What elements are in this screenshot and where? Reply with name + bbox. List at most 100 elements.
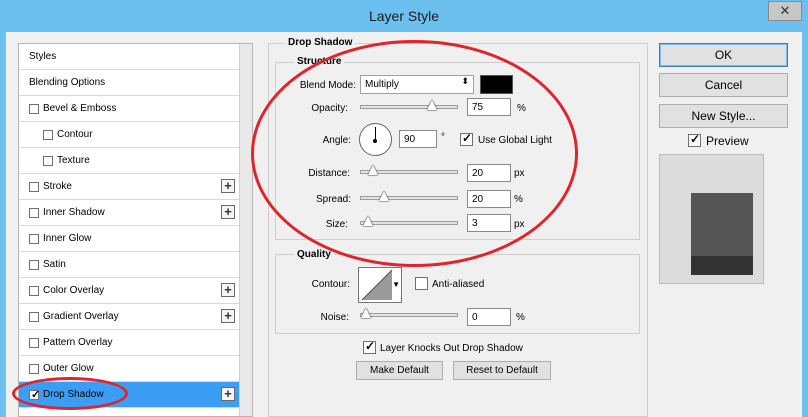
sidebar-item-styles[interactable]: Styles — [19, 44, 240, 70]
list-scrollbar[interactable] — [239, 44, 252, 416]
new-style-button[interactable]: New Style... — [659, 104, 788, 128]
close-button[interactable]: ✕ — [768, 1, 802, 21]
sidebar-item-drop-shadow[interactable]: ✓ Drop Shadow + — [19, 382, 240, 408]
structure-legend: Structure — [294, 56, 345, 67]
cancel-button[interactable]: Cancel — [659, 73, 788, 97]
sidebar-item-label: Satin — [43, 259, 66, 270]
use-global-light-checkbox[interactable]: ✓ — [460, 131, 473, 146]
spread-input[interactable]: 20 — [467, 190, 511, 208]
spread-slider[interactable] — [360, 191, 458, 201]
contour-picker[interactable]: ▼ — [358, 267, 402, 303]
contour-dropdown-icon[interactable]: ▼ — [392, 280, 400, 289]
sidebar-item-stroke[interactable]: Stroke + — [19, 174, 240, 200]
angle-label: Angle: — [322, 135, 351, 146]
sidebar-item-gradient-overlay[interactable]: Gradient Overlay + — [19, 304, 240, 330]
size-input[interactable]: 3 — [467, 214, 511, 232]
add-icon[interactable]: + — [221, 205, 235, 219]
preview-checkbox[interactable]: ✓ — [688, 132, 701, 147]
quality-legend: Quality — [294, 249, 334, 260]
noise-label: Noise: — [320, 312, 349, 323]
contour-label: Contour: — [311, 279, 350, 290]
size-slider-thumb[interactable] — [362, 216, 373, 226]
use-global-light-label: Use Global Light — [478, 135, 552, 146]
sidebar-item-label: Color Overlay — [43, 285, 105, 296]
angle-dial[interactable] — [359, 123, 392, 156]
blend-mode-select[interactable]: Multiply ⬍ — [360, 75, 474, 94]
sidebar-item-pattern-overlay[interactable]: Pattern Overlay — [19, 330, 240, 356]
sidebar-item-checkbox[interactable] — [29, 208, 39, 218]
add-icon[interactable]: + — [221, 283, 235, 297]
sidebar-item-checkbox[interactable] — [43, 130, 53, 140]
noise-unit: % — [516, 312, 525, 323]
check-icon: ✓ — [690, 132, 701, 146]
blend-mode-value: Multiply — [365, 79, 399, 90]
sidebar-item-checkbox[interactable] — [29, 338, 39, 348]
sidebar-item-label: Gradient Overlay — [43, 311, 119, 322]
layer-knocks-out-checkbox[interactable]: ✓ — [363, 339, 376, 354]
sidebar-item-checkbox[interactable]: ✓ — [29, 389, 41, 401]
contour-curve-icon — [361, 269, 393, 301]
add-icon[interactable]: + — [221, 179, 235, 193]
sidebar-item-checkbox[interactable] — [29, 364, 39, 374]
distance-input[interactable]: 20 — [467, 164, 511, 182]
window-title: Layer Style — [368, 8, 440, 24]
check-icon: ✓ — [31, 389, 41, 401]
noise-slider[interactable] — [360, 308, 458, 318]
distance-slider-thumb[interactable] — [368, 165, 379, 175]
shadow-color-swatch[interactable] — [480, 75, 513, 94]
sidebar-item-label: Inner Glow — [43, 233, 92, 244]
sidebar-item-checkbox[interactable] — [29, 260, 39, 270]
reset-to-default-button[interactable]: Reset to Default — [453, 361, 551, 380]
window-frame: Styles Blending Options Bevel & Emboss Cont… — [0, 32, 808, 417]
size-slider[interactable] — [360, 216, 458, 226]
distance-unit: px — [514, 168, 525, 179]
sidebar-item-inner-glow[interactable]: Inner Glow — [19, 226, 240, 252]
preview-swatch — [691, 193, 753, 275]
sidebar-item-blending-options[interactable]: Blending Options — [19, 70, 240, 96]
check-icon: ✓ — [365, 339, 376, 353]
opacity-slider[interactable] — [360, 100, 458, 110]
styles-list: Styles Blending Options Bevel & Emboss Cont… — [18, 43, 253, 417]
sidebar-item-color-overlay[interactable]: Color Overlay + — [19, 278, 240, 304]
distance-slider[interactable] — [360, 165, 458, 175]
layer-knocks-out-label: Layer Knocks Out Drop Shadow — [380, 343, 523, 354]
degree-symbol: ° — [441, 132, 445, 143]
opacity-input[interactable]: 75 — [467, 98, 511, 116]
spread-unit: % — [514, 194, 523, 205]
blend-mode-label: Blend Mode: — [299, 80, 356, 91]
sidebar-item-checkbox[interactable] — [29, 286, 39, 296]
noise-slider-thumb[interactable] — [361, 308, 371, 318]
angle-dial-center — [373, 139, 377, 143]
sidebar-item-checkbox[interactable] — [29, 312, 39, 322]
preview-box — [659, 154, 764, 284]
anti-aliased-checkbox[interactable] — [415, 277, 428, 290]
title-bar: Layer Style ✕ — [0, 0, 808, 32]
angle-input[interactable]: 90 — [399, 130, 437, 148]
sidebar-item-bevel-emboss[interactable]: Bevel & Emboss — [19, 96, 240, 122]
sidebar-item-label: Blending Options — [29, 77, 106, 88]
sidebar-item-satin[interactable]: Satin — [19, 252, 240, 278]
add-icon[interactable]: + — [221, 309, 235, 323]
make-default-button[interactable]: Make Default — [356, 361, 443, 380]
sidebar-item-contour[interactable]: Contour — [19, 122, 240, 148]
spread-slider-thumb[interactable] — [378, 191, 389, 201]
distance-label: Distance: — [308, 168, 350, 179]
sidebar-item-checkbox[interactable] — [29, 182, 39, 192]
sidebar-item-label: Stroke — [43, 181, 72, 192]
dialog-body: Styles Blending Options Bevel & Emboss Cont… — [6, 32, 802, 417]
ok-button[interactable]: OK — [659, 43, 788, 67]
sidebar-item-label: Drop Shadow — [43, 389, 104, 400]
opacity-slider-thumb[interactable] — [427, 100, 437, 110]
size-label: Size: — [325, 219, 348, 230]
preview-label: Preview — [706, 134, 749, 148]
sidebar-item-texture[interactable]: Texture — [19, 148, 240, 174]
sidebar-item-label: Contour — [57, 129, 93, 140]
drop-shadow-heading: Drop Shadow — [285, 37, 356, 48]
sidebar-item-outer-glow[interactable]: Outer Glow — [19, 356, 240, 382]
sidebar-item-checkbox[interactable] — [29, 234, 39, 244]
sidebar-item-checkbox[interactable] — [29, 104, 39, 114]
sidebar-item-checkbox[interactable] — [43, 156, 53, 166]
noise-input[interactable]: 0 — [467, 308, 511, 326]
sidebar-item-inner-shadow[interactable]: Inner Shadow + — [19, 200, 240, 226]
add-icon[interactable]: + — [221, 387, 235, 401]
